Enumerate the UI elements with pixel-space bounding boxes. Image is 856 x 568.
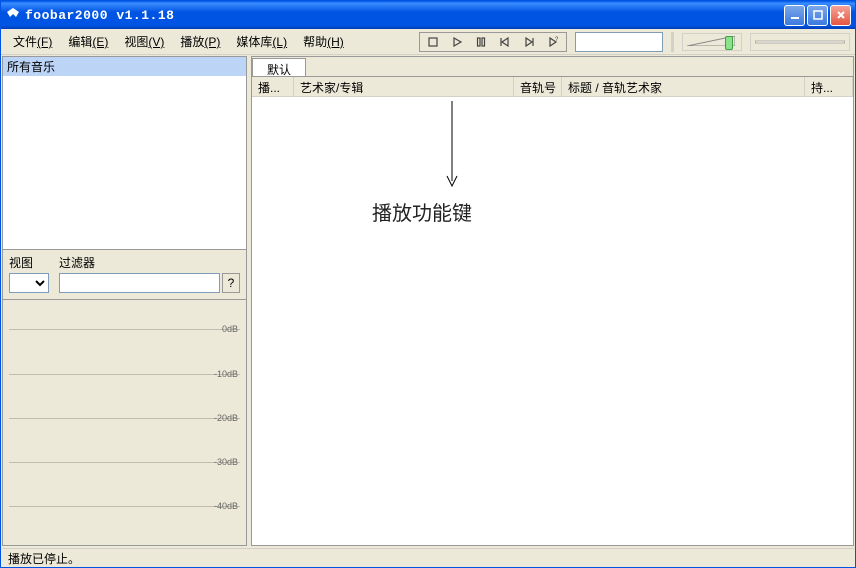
svg-text:?: ? [555, 37, 559, 43]
menu-library[interactable]: 媒体库(L) [228, 30, 295, 53]
status-text: 播放已停止。 [8, 552, 80, 566]
annotation-arrow-icon [442, 101, 462, 191]
annotation-label: 播放功能键 [372, 197, 472, 226]
random-button[interactable]: ? [546, 35, 560, 49]
db-label: -20dB [214, 413, 238, 423]
col-artist-album[interactable]: 艺术家/专辑 [294, 77, 514, 96]
minimize-button[interactable] [784, 5, 805, 26]
playlist-tabs: 默认 [252, 57, 853, 77]
toolbar: ? [419, 30, 850, 54]
db-label: -30dB [214, 457, 238, 467]
filter-input[interactable] [59, 273, 220, 293]
filter-help-button[interactable]: ? [222, 273, 240, 293]
library-item-all-music[interactable]: 所有音乐 [3, 57, 246, 76]
pause-button[interactable] [474, 35, 488, 49]
visualizer-panel: 0dB -10dB -20dB -30dB -40dB [3, 299, 246, 545]
col-track-no[interactable]: 音轨号 [514, 77, 562, 96]
menu-playback[interactable]: 播放(P) [172, 30, 228, 53]
maximize-button[interactable] [807, 5, 828, 26]
db-label: -40dB [214, 501, 238, 511]
menu-help[interactable]: 帮助(H) [295, 30, 352, 53]
seek-slider[interactable] [750, 33, 850, 51]
title-bar: foobar2000 v1.1.18 [1, 1, 855, 29]
window-title: foobar2000 v1.1.18 [25, 8, 784, 23]
filter-row: 视图 过滤器 ? [3, 249, 246, 299]
col-duration[interactable]: 持... [805, 77, 853, 96]
volume-thumb[interactable] [725, 36, 733, 50]
filter-label: 过滤器 [59, 254, 240, 271]
db-label: 0dB [222, 324, 238, 334]
volume-slider[interactable] [682, 33, 742, 51]
search-input[interactable] [575, 32, 663, 52]
app-icon [5, 7, 21, 23]
toolbar-divider [671, 32, 674, 52]
close-button[interactable] [830, 5, 851, 26]
left-panel: 所有音乐 视图 过滤器 ? 0dB -10dB -20dB -30dB -40d… [2, 56, 247, 546]
play-button[interactable] [450, 35, 464, 49]
col-playing[interactable]: 播... [252, 77, 294, 96]
menu-view[interactable]: 视图(V) [116, 30, 172, 53]
playback-controls: ? [419, 32, 567, 52]
view-label: 视图 [9, 254, 49, 271]
stop-button[interactable] [426, 35, 440, 49]
next-button[interactable] [522, 35, 536, 49]
status-bar: 播放已停止。 [2, 548, 854, 566]
column-headers: 播... 艺术家/专辑 音轨号 标题 / 音轨艺术家 持... [252, 77, 853, 97]
view-select[interactable] [9, 273, 49, 293]
library-tree[interactable]: 所有音乐 [3, 57, 246, 249]
prev-button[interactable] [498, 35, 512, 49]
menu-edit[interactable]: 编辑(E) [60, 30, 116, 53]
playlist-area[interactable]: 播放功能键 [252, 97, 853, 545]
col-title-artist[interactable]: 标题 / 音轨艺术家 [562, 77, 805, 96]
tab-default[interactable]: 默认 [252, 58, 306, 76]
db-label: -10dB [214, 369, 238, 379]
menu-file[interactable]: 文件(F) [5, 30, 60, 53]
right-panel: 默认 播... 艺术家/专辑 音轨号 标题 / 音轨艺术家 持... 播放功能键 [251, 56, 854, 546]
